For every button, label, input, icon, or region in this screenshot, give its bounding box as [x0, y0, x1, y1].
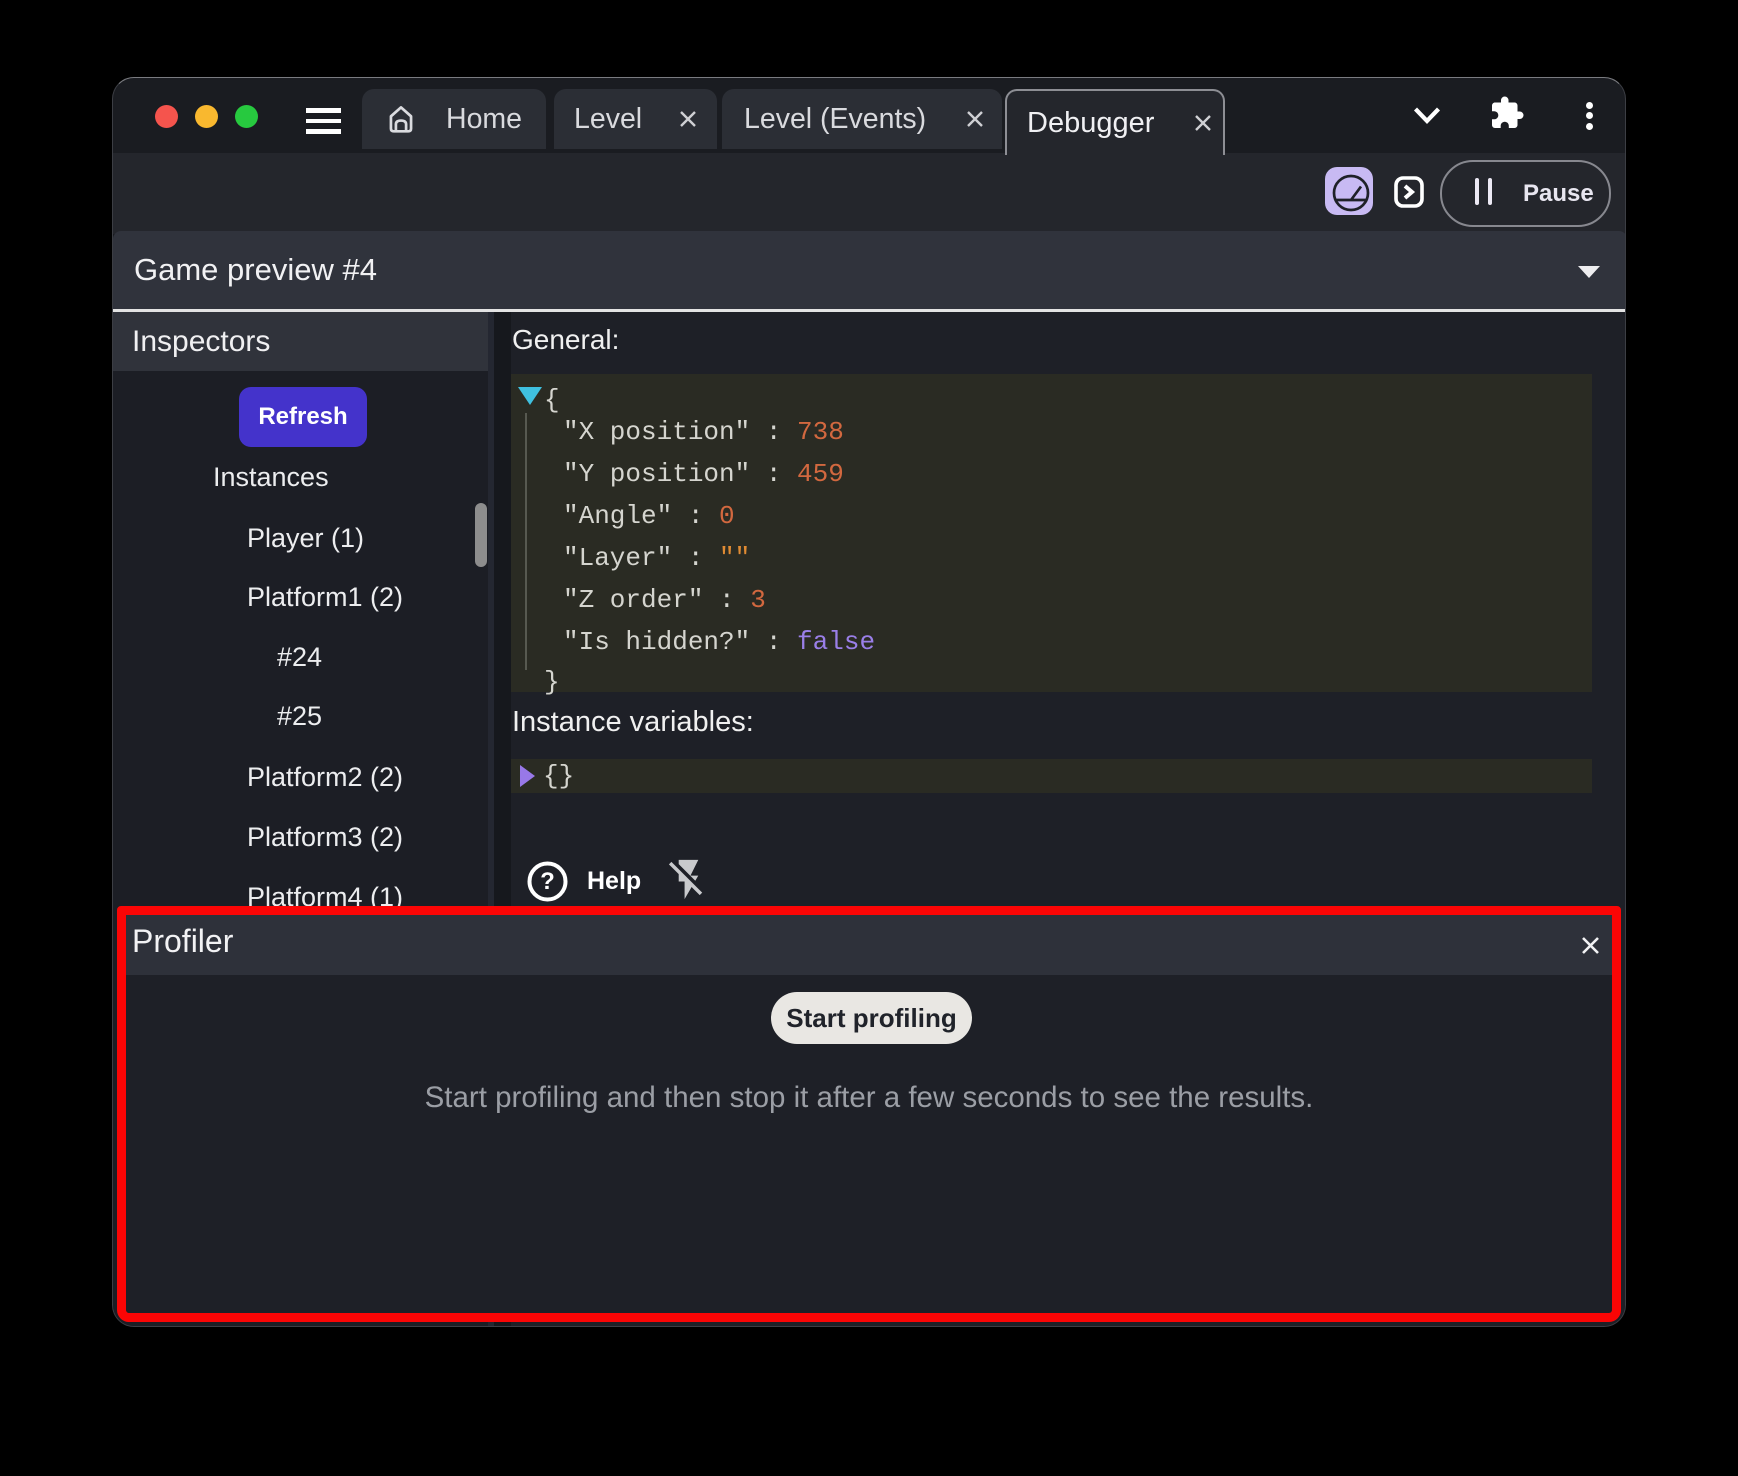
svg-text:?: ?	[540, 868, 555, 895]
